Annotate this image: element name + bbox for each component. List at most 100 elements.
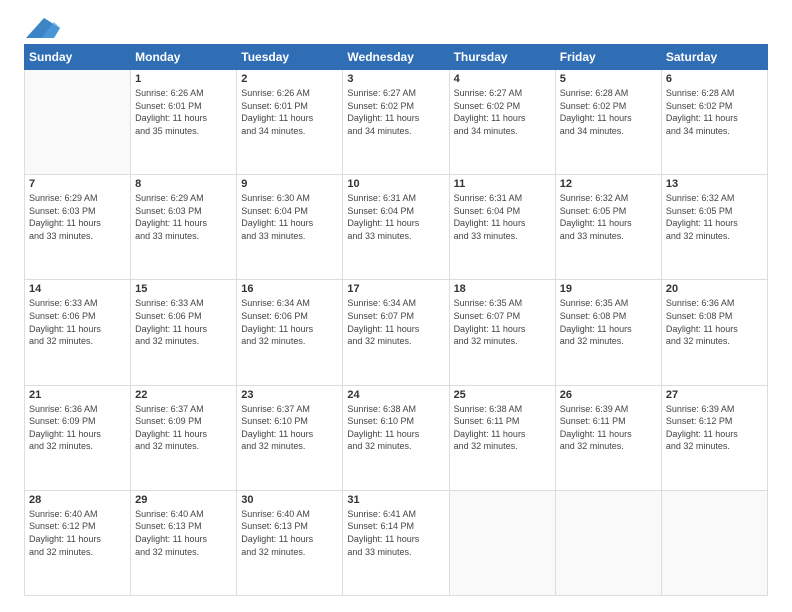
table-row: 1 Sunrise: 6:26 AM Sunset: 6:01 PM Daylig… xyxy=(131,70,237,175)
table-row: 25 Sunrise: 6:38 AM Sunset: 6:11 PM Dayli… xyxy=(449,385,555,490)
day-number: 28 xyxy=(29,494,126,506)
table-row: 16 Sunrise: 6:34 AM Sunset: 6:06 PM Dayli… xyxy=(237,280,343,385)
day-info: Sunrise: 6:41 AM Sunset: 6:14 PM Dayligh… xyxy=(347,508,444,558)
table-row: 15Sunrise: 6:33 AM Sunset: 6:06 PM Dayli… xyxy=(131,280,237,385)
calendar-week-row: 1 Sunrise: 6:26 AM Sunset: 6:01 PM Daylig… xyxy=(25,70,768,175)
day-info: Sunrise: 6:28 AM Sunset: 6:02 PM Dayligh… xyxy=(666,87,763,137)
day-number: 18 xyxy=(454,283,551,295)
logo-icon xyxy=(26,18,60,40)
table-row xyxy=(25,70,131,175)
day-number: 5 xyxy=(560,73,657,85)
table-row: 11Sunrise: 6:31 AM Sunset: 6:04 PM Dayli… xyxy=(449,175,555,280)
day-number: 19 xyxy=(560,283,657,295)
day-number: 26 xyxy=(560,389,657,401)
table-row xyxy=(449,490,555,595)
table-row: 20 Sunrise: 6:36 AM Sunset: 6:08 PM Dayli… xyxy=(661,280,767,385)
day-info: Sunrise: 6:40 AM Sunset: 6:13 PM Dayligh… xyxy=(241,508,338,558)
day-number: 10 xyxy=(347,178,444,190)
day-number: 7 xyxy=(29,178,126,190)
header xyxy=(24,20,768,34)
col-header-thursday: Thursday xyxy=(449,45,555,70)
table-row xyxy=(555,490,661,595)
day-number: 30 xyxy=(241,494,338,506)
day-info: Sunrise: 6:37 AM Sunset: 6:10 PM Dayligh… xyxy=(241,403,338,453)
col-header-tuesday: Tuesday xyxy=(237,45,343,70)
table-row: 30 Sunrise: 6:40 AM Sunset: 6:13 PM Dayli… xyxy=(237,490,343,595)
day-info: Sunrise: 6:37 AM Sunset: 6:09 PM Dayligh… xyxy=(135,403,232,453)
page: Sunday Monday Tuesday Wednesday Thursday… xyxy=(0,0,792,612)
day-number: 12 xyxy=(560,178,657,190)
day-number: 23 xyxy=(241,389,338,401)
table-row: 17 Sunrise: 6:34 AM Sunset: 6:07 PM Dayli… xyxy=(343,280,449,385)
day-number: 13 xyxy=(666,178,763,190)
day-info: Sunrise: 6:33 AM Sunset: 6:06 PM Dayligh… xyxy=(29,297,126,347)
day-info: Sunrise: 6:35 AM Sunset: 6:08 PM Dayligh… xyxy=(560,297,657,347)
day-number: 3 xyxy=(347,73,444,85)
day-info: Sunrise: 6:32 AM Sunset: 6:05 PM Dayligh… xyxy=(560,192,657,242)
col-header-wednesday: Wednesday xyxy=(343,45,449,70)
table-row: 3 Sunrise: 6:27 AM Sunset: 6:02 PM Daylig… xyxy=(343,70,449,175)
table-row: 31 Sunrise: 6:41 AM Sunset: 6:14 PM Dayli… xyxy=(343,490,449,595)
day-info: Sunrise: 6:36 AM Sunset: 6:09 PM Dayligh… xyxy=(29,403,126,453)
table-row: 27Sunrise: 6:39 AM Sunset: 6:12 PM Dayli… xyxy=(661,385,767,490)
table-row: 21 Sunrise: 6:36 AM Sunset: 6:09 PM Dayli… xyxy=(25,385,131,490)
calendar-table: Sunday Monday Tuesday Wednesday Thursday… xyxy=(24,44,768,596)
day-info: Sunrise: 6:38 AM Sunset: 6:10 PM Dayligh… xyxy=(347,403,444,453)
day-number: 25 xyxy=(454,389,551,401)
day-number: 16 xyxy=(241,283,338,295)
calendar-week-row: 7 Sunrise: 6:29 AM Sunset: 6:03 PM Daylig… xyxy=(25,175,768,280)
day-number: 2 xyxy=(241,73,338,85)
table-row: 2 Sunrise: 6:26 AM Sunset: 6:01 PM Daylig… xyxy=(237,70,343,175)
day-number: 9 xyxy=(241,178,338,190)
table-row: 22 Sunrise: 6:37 AM Sunset: 6:09 PM Dayli… xyxy=(131,385,237,490)
day-info: Sunrise: 6:35 AM Sunset: 6:07 PM Dayligh… xyxy=(454,297,551,347)
table-row: 14 Sunrise: 6:33 AM Sunset: 6:06 PM Dayli… xyxy=(25,280,131,385)
day-info: Sunrise: 6:30 AM Sunset: 6:04 PM Dayligh… xyxy=(241,192,338,242)
day-number: 6 xyxy=(666,73,763,85)
table-row: 5 Sunrise: 6:28 AM Sunset: 6:02 PM Daylig… xyxy=(555,70,661,175)
day-info: Sunrise: 6:27 AM Sunset: 6:02 PM Dayligh… xyxy=(347,87,444,137)
day-number: 24 xyxy=(347,389,444,401)
day-number: 14 xyxy=(29,283,126,295)
day-number: 17 xyxy=(347,283,444,295)
day-number: 1 xyxy=(135,73,232,85)
day-info: Sunrise: 6:40 AM Sunset: 6:13 PM Dayligh… xyxy=(135,508,232,558)
table-row: 28 Sunrise: 6:40 AM Sunset: 6:12 PM Dayli… xyxy=(25,490,131,595)
table-row: 9 Sunrise: 6:30 AM Sunset: 6:04 PM Daylig… xyxy=(237,175,343,280)
day-info: Sunrise: 6:38 AM Sunset: 6:11 PM Dayligh… xyxy=(454,403,551,453)
calendar-week-row: 21 Sunrise: 6:36 AM Sunset: 6:09 PM Dayli… xyxy=(25,385,768,490)
day-number: 21 xyxy=(29,389,126,401)
day-info: Sunrise: 6:39 AM Sunset: 6:11 PM Dayligh… xyxy=(560,403,657,453)
day-info: Sunrise: 6:40 AM Sunset: 6:12 PM Dayligh… xyxy=(29,508,126,558)
day-number: 8 xyxy=(135,178,232,190)
table-row: 18 Sunrise: 6:35 AM Sunset: 6:07 PM Dayli… xyxy=(449,280,555,385)
logo xyxy=(24,20,60,34)
day-info: Sunrise: 6:34 AM Sunset: 6:07 PM Dayligh… xyxy=(347,297,444,347)
day-info: Sunrise: 6:29 AM Sunset: 6:03 PM Dayligh… xyxy=(135,192,232,242)
day-info: Sunrise: 6:36 AM Sunset: 6:08 PM Dayligh… xyxy=(666,297,763,347)
day-number: 22 xyxy=(135,389,232,401)
table-row: 10Sunrise: 6:31 AM Sunset: 6:04 PM Dayli… xyxy=(343,175,449,280)
table-row: 12 Sunrise: 6:32 AM Sunset: 6:05 PM Dayli… xyxy=(555,175,661,280)
day-info: Sunrise: 6:29 AM Sunset: 6:03 PM Dayligh… xyxy=(29,192,126,242)
table-row: 26 Sunrise: 6:39 AM Sunset: 6:11 PM Dayli… xyxy=(555,385,661,490)
table-row: 8 Sunrise: 6:29 AM Sunset: 6:03 PM Daylig… xyxy=(131,175,237,280)
col-header-friday: Friday xyxy=(555,45,661,70)
col-header-saturday: Saturday xyxy=(661,45,767,70)
table-row: 13Sunrise: 6:32 AM Sunset: 6:05 PM Dayli… xyxy=(661,175,767,280)
day-info: Sunrise: 6:26 AM Sunset: 6:01 PM Dayligh… xyxy=(241,87,338,137)
day-number: 15 xyxy=(135,283,232,295)
day-info: Sunrise: 6:26 AM Sunset: 6:01 PM Dayligh… xyxy=(135,87,232,137)
day-number: 31 xyxy=(347,494,444,506)
calendar-week-row: 14 Sunrise: 6:33 AM Sunset: 6:06 PM Dayli… xyxy=(25,280,768,385)
day-info: Sunrise: 6:28 AM Sunset: 6:02 PM Dayligh… xyxy=(560,87,657,137)
day-number: 20 xyxy=(666,283,763,295)
table-row: 24 Sunrise: 6:38 AM Sunset: 6:10 PM Dayli… xyxy=(343,385,449,490)
table-row: 19 Sunrise: 6:35 AM Sunset: 6:08 PM Dayli… xyxy=(555,280,661,385)
day-number: 29 xyxy=(135,494,232,506)
table-row: 23 Sunrise: 6:37 AM Sunset: 6:10 PM Dayli… xyxy=(237,385,343,490)
day-info: Sunrise: 6:34 AM Sunset: 6:06 PM Dayligh… xyxy=(241,297,338,347)
table-row: 29 Sunrise: 6:40 AM Sunset: 6:13 PM Dayli… xyxy=(131,490,237,595)
table-row: 7 Sunrise: 6:29 AM Sunset: 6:03 PM Daylig… xyxy=(25,175,131,280)
day-info: Sunrise: 6:39 AM Sunset: 6:12 PM Dayligh… xyxy=(666,403,763,453)
